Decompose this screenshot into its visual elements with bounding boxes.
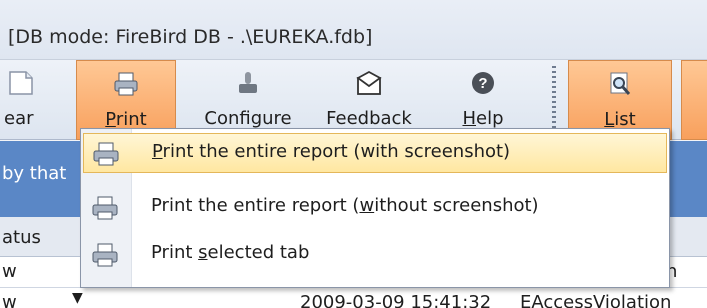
menu-item-label: Print the entire report (without screens… [151, 195, 539, 216]
overflow-button[interactable] [681, 60, 707, 140]
configure-label: Configure [204, 108, 292, 129]
joystick-icon [239, 72, 257, 93]
table-row[interactable]: w ▼ 2009-03-09 15:41:32 EAccessViolation [0, 288, 707, 308]
cell-status: w [2, 261, 17, 282]
menu-item-label: Print selected tab [151, 242, 310, 263]
group-hint-text: by that [2, 163, 67, 184]
printer-icon [92, 243, 118, 267]
menu-item-print-with-screenshot[interactable]: Print the entire report (with screenshot… [83, 133, 667, 173]
dropdown-arrow-icon[interactable]: ▼ [72, 290, 83, 306]
title-bar: [DB mode: FireBird DB - .\EUREKA.fdb] [0, 0, 707, 60]
clear-button[interactable]: ear [0, 60, 68, 140]
feedback-label: Feedback [326, 108, 412, 129]
cell-status: w [2, 292, 17, 308]
help-icon: ? [472, 72, 494, 94]
print-label: Print [105, 109, 147, 130]
toolbar-separator [552, 66, 556, 134]
clear-label: ear [4, 108, 34, 129]
printer-icon [114, 72, 138, 96]
window-title: [DB mode: FireBird DB - .\EUREKA.fdb] [8, 26, 373, 48]
printer-icon [93, 142, 119, 166]
list-label: List [604, 109, 636, 130]
magnifier-icon [610, 72, 631, 95]
menu-item-print-without-screenshot[interactable]: Print the entire report (without screens… [83, 188, 667, 228]
document-icon [9, 71, 33, 95]
column-header-status: atus [2, 227, 41, 248]
printer-icon [92, 196, 118, 220]
help-label: Help [462, 108, 504, 129]
cell-date: 2009-03-09 15:41:32 [300, 292, 492, 308]
menu-item-label: Print the entire report (with screenshot… [152, 141, 511, 162]
envelope-icon [356, 70, 382, 95]
cell-exception: EAccessViolation [520, 292, 672, 308]
print-dropdown-menu: Print the entire report (with screenshot… [80, 128, 670, 288]
svg-text:?: ? [478, 75, 487, 92]
menu-item-print-selected-tab[interactable]: Print selected tab [83, 235, 667, 275]
